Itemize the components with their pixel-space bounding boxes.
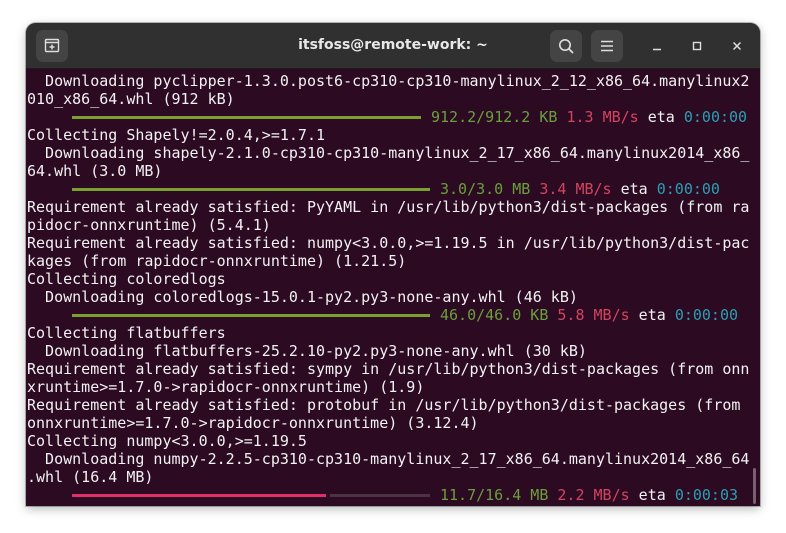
terminal-line: xruntime>=1.7.0->rapidocr-onnxruntime) (… (27, 378, 424, 396)
terminal-text: 5.8 MB/s (557, 306, 630, 324)
progress-bar-fill (72, 188, 430, 191)
terminal-text: Downloading coloredlogs-15.0.1-py2.py3-n… (27, 288, 578, 306)
maximize-icon (692, 41, 702, 51)
terminal-window: itsfoss@remote-work: ~ Downloading pycli… (26, 23, 760, 506)
search-button[interactable] (550, 30, 582, 62)
terminal-line: .whl (16.4 MB) (27, 468, 153, 486)
terminal-line: Requirement already satisfied: protobuf … (27, 396, 740, 414)
progress-line: 912.2/912.2 KB 1.3 MB/s eta 0:00:00 (431, 108, 747, 126)
terminal-line: 64.whl (3.0 MB) (27, 162, 162, 180)
hamburger-menu-icon (601, 40, 613, 52)
terminal-line: Requirement already satisfied: sympy in … (27, 360, 749, 378)
terminal-text: Requirement already satisfied: sympy in … (27, 360, 750, 378)
progress-line: 11.7/16.4 MB 2.2 MB/s eta 0:00:03 (440, 486, 738, 504)
progress-bar-fill (72, 314, 430, 317)
terminal-line: onnxruntime>=1.7.0->rapidocr-onnxruntime… (27, 414, 479, 432)
terminal-text: 64.whl (3.0 MB) (27, 162, 163, 180)
terminal-text: 0:00:00 (683, 108, 748, 126)
terminal-line: Downloading flatbuffers-25.2.10-py2.py3-… (27, 342, 587, 360)
terminal-text: onnxruntime>=1.7.0->rapidocr-onnxruntime… (27, 414, 479, 432)
new-tab-button[interactable] (36, 30, 68, 62)
terminal-text: Downloading flatbuffers-25.2.10-py2.py3-… (27, 342, 587, 360)
terminal-line: Collecting coloredlogs (27, 270, 226, 288)
terminal-line: Collecting flatbuffers (27, 324, 226, 342)
terminal-text: .whl (16.4 MB) (27, 468, 154, 486)
terminal-text: 010_x86_64.whl (912 kB) (27, 90, 235, 108)
terminal-text: Collecting coloredlogs (27, 270, 226, 288)
terminal-line: Downloading coloredlogs-15.0.1-py2.py3-n… (27, 288, 578, 306)
terminal-line: Downloading pyclipper-1.3.0.post6-cp310-… (27, 72, 749, 90)
terminal-text: 2.2 MB/s (557, 486, 630, 504)
terminal-line: pidocr-onnxruntime) (5.4.1) (27, 216, 271, 234)
window-title: itsfoss@remote-work: ~ (298, 37, 488, 53)
terminal-text: pidocr-onnxruntime) (5.4.1) (27, 216, 271, 234)
progress-bar-fill (72, 494, 326, 497)
terminal-line: Downloading numpy-2.2.5-cp310-cp310-many… (27, 450, 749, 468)
terminal-text: eta (629, 486, 675, 504)
terminal-text: Collecting flatbuffers (27, 324, 226, 342)
terminal-text: Requirement already satisfied: PyYAML in… (27, 198, 750, 216)
progress-bar-fill (72, 116, 421, 119)
terminal-line: kages (from rapidocr-onnxruntime) (1.21.… (27, 252, 406, 270)
terminal-text: 0:00:03 (674, 486, 739, 504)
close-button[interactable] (727, 36, 747, 56)
terminal-text: 0:00:00 (674, 306, 739, 324)
terminal-line: Collecting Shapely!=2.0.4,>=1.7.1 (27, 126, 325, 144)
terminal-text: eta (638, 108, 684, 126)
terminal-text: 0:00:00 (656, 180, 720, 198)
terminal-text: Collecting Shapely!=2.0.4,>=1.7.1 (27, 126, 326, 144)
terminal-line: Downloading shapely-2.1.0-cp310-cp310-ma… (27, 144, 749, 162)
terminal-text: 46.0/46.0 KB (440, 306, 549, 324)
terminal-line: Requirement already satisfied: PyYAML in… (27, 198, 749, 216)
maximize-button[interactable] (687, 36, 707, 56)
terminal-text: Downloading shapely-2.1.0-cp310-cp310-ma… (27, 144, 750, 162)
terminal-text: Requirement already satisfied: numpy<3.0… (27, 234, 750, 252)
terminal-text: xruntime>=1.7.0->rapidocr-onnxruntime) (… (27, 378, 425, 396)
terminal-text: eta (629, 306, 675, 324)
terminal-text: 912.2/912.2 KB (431, 108, 558, 126)
progress-line: 46.0/46.0 KB 5.8 MB/s eta 0:00:00 (440, 306, 738, 324)
terminal-text: Requirement already satisfied: protobuf … (27, 396, 741, 414)
title-bar: itsfoss@remote-work: ~ (26, 23, 760, 69)
search-icon (559, 39, 574, 54)
menu-button[interactable] (591, 30, 623, 62)
progress-bar-track (330, 494, 430, 497)
minimize-button[interactable] (647, 36, 667, 56)
terminal-text: Downloading pyclipper-1.3.0.post6-cp310-… (27, 72, 750, 90)
scrollbar[interactable] (753, 468, 756, 504)
terminal-line: Collecting numpy<3.0.0,>=1.19.5 (27, 432, 307, 450)
terminal-text: 3.0/3.0 MB (440, 180, 531, 198)
minimize-icon (653, 48, 661, 51)
terminal-line: 010_x86_64.whl (912 kB) (27, 90, 235, 108)
terminal-text: eta (611, 180, 657, 198)
terminal-text: 11.7/16.4 MB (440, 486, 549, 504)
new-tab-icon (44, 38, 60, 53)
terminal-text: Downloading numpy-2.2.5-cp310-cp310-many… (27, 450, 750, 468)
terminal-text: 1.3 MB/s (566, 108, 639, 126)
terminal-text: kages (from rapidocr-onnxruntime) (1.21.… (27, 252, 407, 270)
terminal-text: 3.4 MB/s (539, 180, 612, 198)
progress-line: 3.0/3.0 MB 3.4 MB/s eta 0:00:00 (440, 180, 720, 198)
terminal-text: Collecting numpy<3.0.0,>=1.19.5 (27, 432, 307, 450)
close-icon (732, 41, 742, 51)
terminal-line: Requirement already satisfied: numpy<3.0… (27, 234, 749, 252)
terminal-output[interactable]: Downloading pyclipper-1.3.0.post6-cp310-… (26, 69, 760, 506)
